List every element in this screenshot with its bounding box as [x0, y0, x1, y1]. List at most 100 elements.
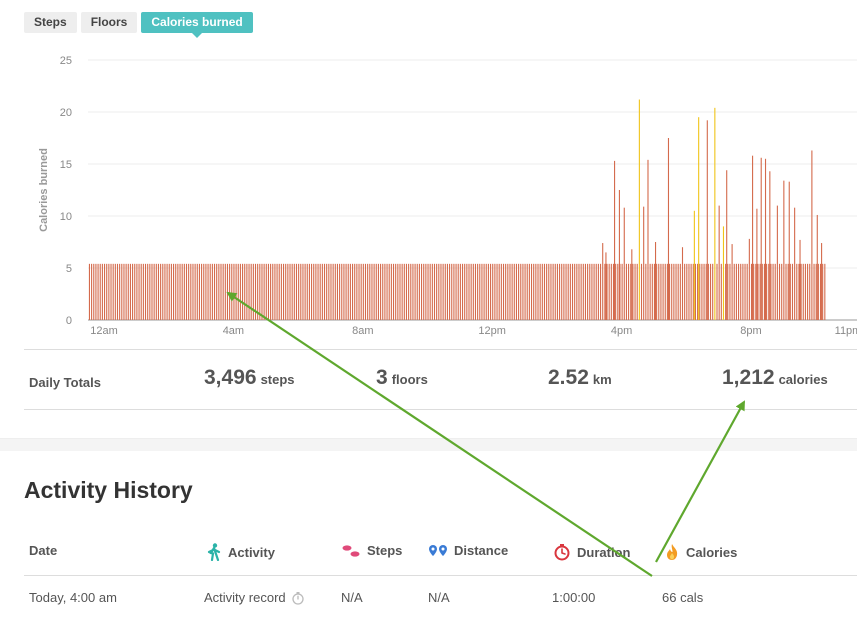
calorie-bar — [99, 263, 101, 320]
calorie-bar — [753, 263, 755, 320]
x-tick-label: 4pm — [611, 325, 632, 337]
calorie-bar — [295, 263, 298, 320]
calorie-bar — [388, 263, 390, 320]
calorie-bar — [470, 263, 472, 320]
col-steps[interactable]: Steps — [341, 543, 402, 558]
calorie-bar — [824, 263, 826, 320]
tab-calories-burned[interactable]: Calories burned — [141, 12, 253, 38]
walking-person-icon — [207, 543, 221, 561]
calorie-bar — [485, 263, 487, 320]
calorie-bar — [175, 263, 177, 320]
calorie-bar — [229, 263, 231, 320]
calorie-bar — [494, 263, 496, 320]
col-duration[interactable]: Duration — [553, 543, 630, 561]
daily-totals-label: Daily Totals — [29, 375, 102, 390]
calorie-bar — [703, 263, 705, 320]
calorie-bar — [630, 263, 632, 320]
tab-steps[interactable]: Steps — [24, 12, 77, 33]
calorie-bar — [530, 263, 533, 320]
calorie-bar — [449, 263, 451, 320]
total-floors-value: 3 — [376, 366, 388, 389]
calorie-bar — [440, 263, 442, 320]
calorie-bar — [675, 263, 677, 320]
calorie-bar — [183, 263, 185, 320]
calorie-bar — [546, 263, 548, 320]
calorie-bar — [654, 242, 657, 320]
col-distance[interactable]: Distance — [428, 543, 508, 558]
calorie-bar — [386, 263, 388, 320]
calorie-bar — [556, 263, 558, 320]
calorie-bar — [505, 263, 507, 320]
calorie-bar — [95, 263, 97, 320]
calorie-bar — [776, 205, 778, 320]
calorie-bar — [196, 263, 198, 320]
calorie-bar — [367, 263, 369, 320]
row-steps: N/A — [341, 590, 363, 605]
calorie-bar — [177, 263, 179, 320]
total-distance: 2.52 km — [548, 366, 612, 390]
calorie-bar — [160, 263, 162, 320]
x-tick-label: 12am — [90, 325, 118, 337]
calorie-bar — [293, 263, 295, 320]
calorie-bar — [522, 263, 524, 320]
calorie-bar — [612, 263, 615, 320]
calorie-bar — [259, 263, 261, 320]
calorie-bar — [306, 263, 308, 320]
calorie-bar — [88, 263, 90, 320]
calorie-bar — [321, 263, 323, 320]
calorie-bar — [791, 263, 794, 320]
calorie-bar — [343, 263, 345, 320]
calorie-bar — [211, 263, 213, 320]
calorie-bar — [750, 263, 753, 320]
calorie-bar — [263, 263, 265, 320]
calorie-bar — [788, 181, 790, 320]
calorie-bar — [466, 263, 468, 320]
calorie-bar — [220, 263, 222, 320]
calorie-bar — [722, 226, 725, 320]
calorie-bar — [188, 263, 190, 320]
calorie-bar — [153, 263, 155, 320]
total-calories-value: 1,212 — [722, 366, 775, 389]
arrow-to-total-calories — [655, 400, 745, 563]
calorie-bar — [636, 263, 638, 320]
col-activity-label: Activity — [228, 544, 275, 560]
calorie-bar — [403, 263, 405, 320]
calorie-bar — [600, 263, 602, 320]
calorie-bar — [162, 263, 164, 320]
calorie-bar — [694, 263, 696, 320]
tab-floors[interactable]: Floors — [80, 12, 138, 33]
flame-icon — [667, 544, 678, 560]
calorie-bar — [533, 263, 535, 320]
calorie-bar — [218, 263, 220, 320]
calorie-bar — [628, 263, 630, 320]
calorie-bar — [149, 263, 151, 320]
y-tick-label: 10 — [60, 211, 72, 223]
calorie-bar — [746, 263, 748, 320]
calorie-bar — [770, 263, 772, 320]
calorie-bar — [339, 263, 341, 320]
total-steps-unit: steps — [260, 372, 295, 387]
calorie-bar — [421, 263, 423, 320]
calorie-bar — [354, 263, 356, 320]
col-activity[interactable]: Activity — [206, 543, 275, 561]
calorie-bar — [289, 263, 291, 320]
calorie-bar — [571, 263, 574, 320]
col-date-label: Date — [29, 543, 58, 558]
calorie-bar — [412, 263, 414, 320]
calorie-bar — [453, 263, 455, 320]
calorie-bar — [311, 263, 313, 320]
row-activity[interactable]: Activity record — [204, 590, 305, 605]
calorie-bar — [304, 263, 306, 320]
y-tick-label: 20 — [60, 107, 72, 119]
calorie-bar — [615, 263, 617, 320]
col-calories[interactable]: Calories — [664, 543, 737, 561]
calorie-bar — [565, 263, 567, 320]
calorie-bar — [108, 263, 110, 320]
calorie-bar — [640, 263, 643, 320]
calorie-bar — [816, 214, 818, 320]
calorie-bar — [681, 247, 684, 320]
col-date[interactable]: Date — [29, 543, 57, 558]
calorie-bar — [278, 263, 280, 320]
col-distance-label: Distance — [454, 543, 509, 558]
calorie-bar — [563, 263, 565, 320]
